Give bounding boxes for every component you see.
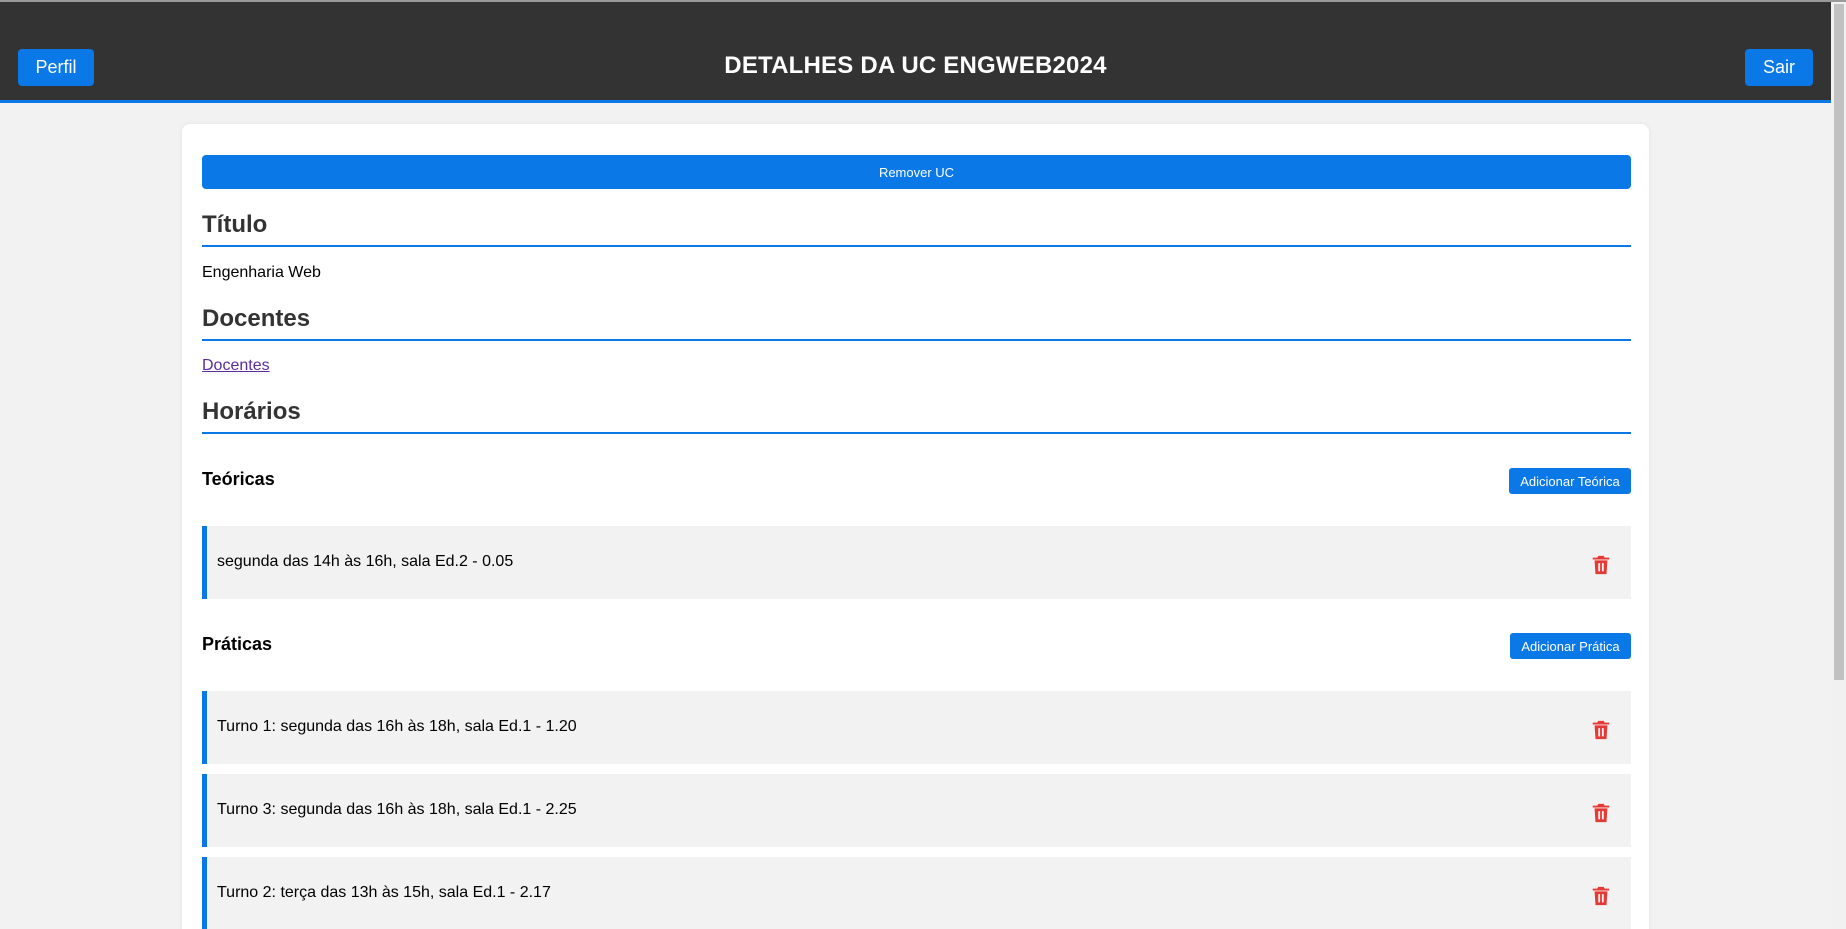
- section-horarios: Horários: [202, 390, 1631, 434]
- trash-icon[interactable]: [1590, 885, 1612, 907]
- horario-text: Turno 1: segunda das 16h às 18h, sala Ed…: [217, 718, 577, 735]
- add-pratica-button[interactable]: Adicionar Prática: [1510, 633, 1631, 659]
- uc-details-card: Remover UC Título Engenharia Web Docente…: [182, 124, 1649, 929]
- praticas-heading: Práticas: [202, 634, 273, 654]
- docentes-heading: Docentes: [202, 305, 311, 332]
- titulo-heading: Título: [202, 211, 268, 238]
- remove-uc-button[interactable]: Remover UC: [202, 155, 1631, 189]
- horarios-heading: Horários: [202, 398, 301, 425]
- top-header: Perfil DETALHES DA UC ENGWEB2024 Sair: [0, 2, 1831, 103]
- logout-button[interactable]: Sair: [1745, 49, 1813, 86]
- horario-text: Turno 2: terça das 13h às 15h, sala Ed.1…: [217, 884, 551, 901]
- section-docentes: Docentes: [202, 297, 1631, 341]
- teoricas-heading: Teóricas: [202, 469, 275, 489]
- horario-text: Turno 3: segunda das 16h às 18h, sala Ed…: [217, 801, 577, 818]
- list-item: Turno 2: terça das 13h às 15h, sala Ed.1…: [202, 857, 1631, 929]
- list-item: Turno 1: segunda das 16h às 18h, sala Ed…: [202, 691, 1631, 764]
- list-item: Turno 3: segunda das 16h às 18h, sala Ed…: [202, 774, 1631, 847]
- trash-icon[interactable]: [1590, 802, 1612, 824]
- horario-text: segunda das 14h às 16h, sala Ed.2 - 0.05: [217, 553, 514, 570]
- add-teorica-button[interactable]: Adicionar Teórica: [1509, 468, 1631, 494]
- titulo-value: Engenharia Web: [202, 264, 321, 281]
- docentes-link[interactable]: Docentes: [202, 357, 270, 375]
- scrollbar-thumb[interactable]: [1834, 4, 1844, 680]
- section-titulo: Título: [202, 204, 1631, 247]
- trash-icon[interactable]: [1590, 554, 1612, 576]
- list-item: segunda das 14h às 16h, sala Ed.2 - 0.05: [202, 526, 1631, 599]
- trash-icon[interactable]: [1590, 719, 1612, 741]
- page-title: DETALHES DA UC ENGWEB2024: [724, 52, 1107, 79]
